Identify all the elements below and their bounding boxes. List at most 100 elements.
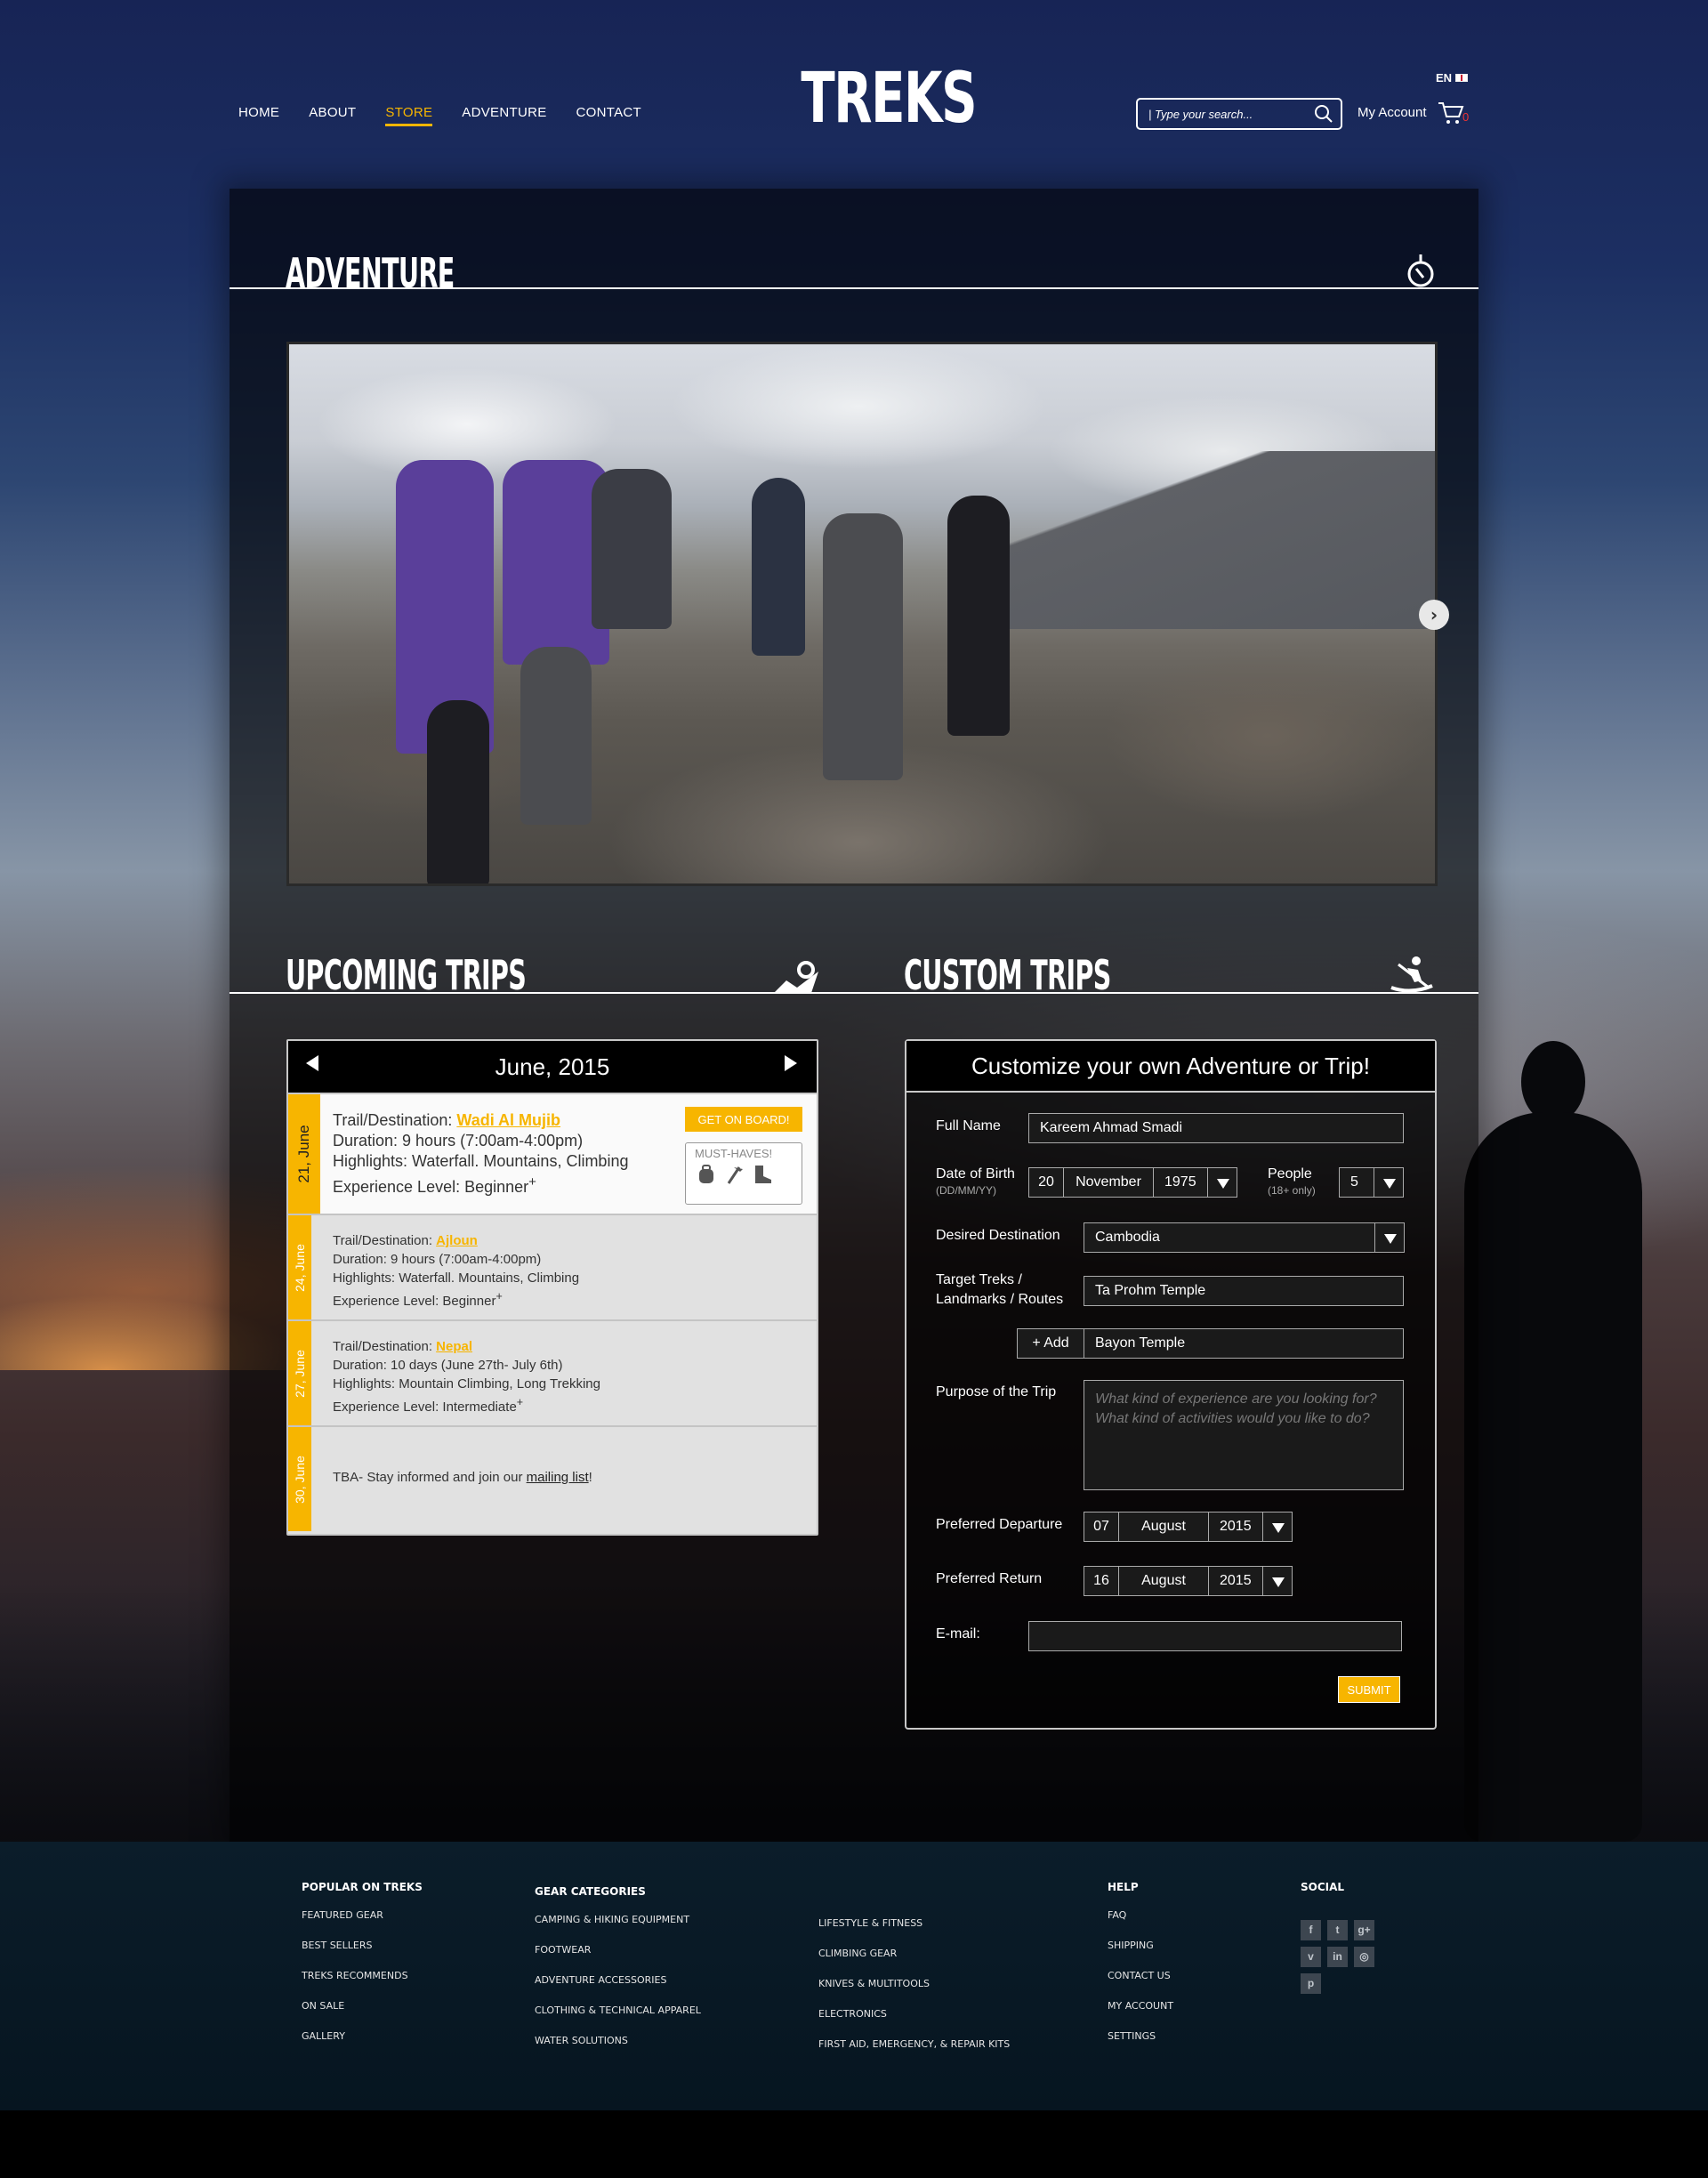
add-target-button[interactable]: + Add (1017, 1328, 1084, 1359)
footer-link[interactable]: SETTINGS (1108, 2030, 1173, 2042)
search-icon[interactable] (1314, 104, 1333, 124)
footer-link[interactable]: FOOTWEAR (535, 1944, 701, 1956)
hero-next-button[interactable]: › (1419, 600, 1449, 630)
departure-dropdown-button[interactable] (1262, 1512, 1293, 1542)
trip-item[interactable]: 27, June Trail/Destination: Nepal Durati… (288, 1321, 817, 1427)
departure-year-field[interactable]: 2015 (1208, 1512, 1263, 1542)
trip-date: 24, June (288, 1215, 311, 1319)
trip-date: 27, June (288, 1321, 311, 1425)
dob-dropdown-button[interactable] (1207, 1167, 1237, 1198)
uk-flag-icon (1455, 74, 1469, 82)
departure-day-field[interactable]: 07 (1084, 1512, 1119, 1542)
trip-label: Trail/Destination: (333, 1339, 437, 1354)
dribbble-icon[interactable]: ◎ (1354, 1947, 1374, 1967)
trips-rule (230, 992, 1478, 994)
destination-field[interactable]: Cambodia (1084, 1222, 1375, 1253)
dob-day-field[interactable]: 20 (1028, 1167, 1064, 1198)
footer-bottom-bar (0, 2110, 1708, 2178)
trip-label: Trail/Destination: (333, 1111, 457, 1129)
footer-link[interactable]: WATER SOLUTIONS (535, 2035, 701, 2046)
return-day-field[interactable]: 16 (1084, 1566, 1119, 1596)
footer-heading: HELP (1108, 1881, 1139, 1893)
full-name-field[interactable]: Kareem Ahmad Smadi (1028, 1113, 1404, 1143)
footer-heading: SOCIAL (1301, 1881, 1345, 1893)
calendar-next-button[interactable] (785, 1055, 797, 1071)
targets-label-1: Target Treks / (936, 1272, 1022, 1287)
site-logo[interactable]: TREKS (801, 64, 977, 133)
footer-link[interactable]: ON SALE (302, 2000, 423, 2012)
footer-link[interactable]: MY ACCOUNT (1108, 2000, 1173, 2012)
return-dropdown-button[interactable] (1262, 1566, 1293, 1596)
ice-axe-icon (727, 1166, 743, 1184)
trip-highlights: Highlights: Waterfall. Mountains, Climbi… (333, 1152, 629, 1170)
calendar-prev-button[interactable] (306, 1055, 318, 1071)
must-haves-box[interactable]: MUST-HAVES! (685, 1142, 802, 1205)
return-month-field[interactable]: August (1118, 1566, 1209, 1596)
departure-month-field[interactable]: August (1118, 1512, 1209, 1542)
get-on-board-button[interactable]: GET ON BOARD! (685, 1107, 802, 1132)
footer-link[interactable]: KNIVES & MULTITOOLS (818, 1978, 1010, 1989)
footer-link[interactable]: SHIPPING (1108, 1940, 1173, 1951)
return-year-field[interactable]: 2015 (1208, 1566, 1263, 1596)
target-field-1[interactable]: Ta Prohm Temple (1084, 1276, 1404, 1306)
trip-destination-link[interactable]: Nepal (436, 1339, 472, 1354)
search-input[interactable] (1136, 98, 1342, 130)
footer-link[interactable]: FIRST AID, EMERGENCY, & REPAIR KITS (818, 2038, 1010, 2050)
linkedin-icon[interactable]: in (1327, 1947, 1348, 1967)
footer-link[interactable]: CAMPING & HIKING EQUIPMENT (535, 1914, 701, 1925)
footer-link[interactable]: CONTACT US (1108, 1970, 1173, 1981)
footer-link[interactable]: CLIMBING GEAR (818, 1948, 1010, 1959)
footer-link[interactable]: FEATURED GEAR (302, 1909, 423, 1921)
full-name-label: Full Name (936, 1118, 1001, 1133)
trip-item[interactable]: 30, June TBA- Stay informed and join our… (288, 1427, 817, 1531)
footer-heading: POPULAR ON TREKS (302, 1881, 423, 1893)
footer-link[interactable]: ELECTRONICS (818, 2008, 1010, 2020)
purpose-label: Purpose of the Trip (936, 1384, 1057, 1400)
email-field[interactable] (1028, 1621, 1402, 1651)
people-dropdown-button[interactable] (1374, 1167, 1404, 1198)
mailing-list-link[interactable]: mailing list (527, 1470, 589, 1485)
nav-home[interactable]: HOME (238, 105, 279, 126)
dob-month-field[interactable]: November (1063, 1167, 1154, 1198)
nav-contact[interactable]: CONTACT (576, 105, 641, 126)
destination-label: Desired Destination (936, 1228, 1060, 1243)
nav-store[interactable]: STORE (385, 105, 433, 126)
purpose-textarea[interactable] (1084, 1380, 1404, 1490)
footer-popular: POPULAR ON TREKS FEATURED GEAR BEST SELL… (302, 1881, 423, 2061)
trip-level: Experience Level: Beginner (333, 1294, 496, 1309)
trip-destination-link[interactable]: Wadi Al Mujib (456, 1111, 560, 1129)
my-account-link[interactable]: My Account (1358, 105, 1427, 120)
twitter-icon[interactable]: t (1327, 1920, 1348, 1940)
trip-calendar: June, 2015 21, June Trail/Destination: W… (286, 1039, 818, 1536)
vimeo-icon[interactable]: v (1301, 1947, 1321, 1967)
people-field[interactable]: 5 (1339, 1167, 1374, 1198)
kayak-icon (1390, 956, 1433, 993)
custom-trip-form: Customize your own Adventure or Trip! Fu… (905, 1039, 1437, 1730)
nav-about[interactable]: ABOUT (309, 105, 356, 126)
nav-adventure[interactable]: ADVENTURE (462, 105, 546, 126)
footer-link[interactable]: FAQ (1108, 1909, 1173, 1921)
footer-link[interactable]: ADVENTURE ACCESSORIES (535, 1974, 701, 1986)
target-field-2[interactable]: Bayon Temple (1084, 1328, 1404, 1359)
trip-item[interactable]: 24, June Trail/Destination: Ajloun Durat… (288, 1215, 817, 1321)
trip-destination-link[interactable]: Ajloun (436, 1233, 478, 1248)
trip-date: 30, June (288, 1427, 311, 1531)
language-selector[interactable]: EN (1436, 71, 1469, 85)
cart-icon[interactable] (1438, 101, 1464, 125)
trip-item[interactable]: 21, June Trail/Destination: Wadi Al Muji… (288, 1094, 817, 1215)
footer-link[interactable]: LIFESTYLE & FITNESS (818, 1917, 1010, 1929)
submit-button[interactable]: SUBMIT (1338, 1676, 1400, 1703)
map-pin-icon (774, 961, 818, 993)
footer-link[interactable]: CLOTHING & TECHNICAL APPAREL (535, 2005, 701, 2016)
people-label: People (1268, 1166, 1312, 1182)
footer-gear: GEAR CATEGORIES CAMPING & HIKING EQUIPME… (535, 1885, 701, 2065)
footer-link[interactable]: GALLERY (302, 2030, 423, 2042)
footer-link[interactable]: BEST SELLERS (302, 1940, 423, 1951)
footer-link[interactable]: TREKS RECOMMENDS (302, 1970, 423, 1981)
boot-icon (755, 1166, 771, 1183)
dob-year-field[interactable]: 1975 (1153, 1167, 1208, 1198)
destination-dropdown-button[interactable] (1374, 1222, 1405, 1253)
pinterest-icon[interactable]: p (1301, 1973, 1321, 1994)
google-plus-icon[interactable]: g+ (1354, 1920, 1374, 1940)
facebook-icon[interactable]: f (1301, 1920, 1321, 1940)
